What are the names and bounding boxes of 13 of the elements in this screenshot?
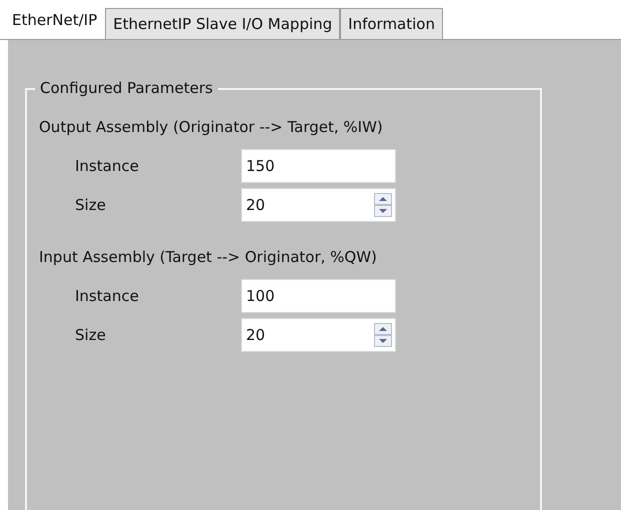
spin-field[interactable]: 20 <box>241 318 396 352</box>
field-label: Instance <box>74 287 140 305</box>
input-field[interactable]: 100 <box>241 279 396 313</box>
tab[interactable]: EthernetIP Slave I/O Mapping <box>105 8 340 39</box>
input-field[interactable]: 150 <box>241 149 396 183</box>
section-title: Input Assembly (Target --> Originator, %QW) <box>39 248 378 266</box>
tab[interactable]: Information <box>340 8 443 39</box>
section-title: Output Assembly (Originator --> Target, %IW) <box>39 118 384 136</box>
field-label: Instance <box>74 157 140 175</box>
group-title: Configured Parameters <box>35 79 218 97</box>
spin-field[interactable]: 20 <box>241 188 396 222</box>
field-label: Size <box>74 196 107 214</box>
field-label: Size <box>74 326 107 344</box>
